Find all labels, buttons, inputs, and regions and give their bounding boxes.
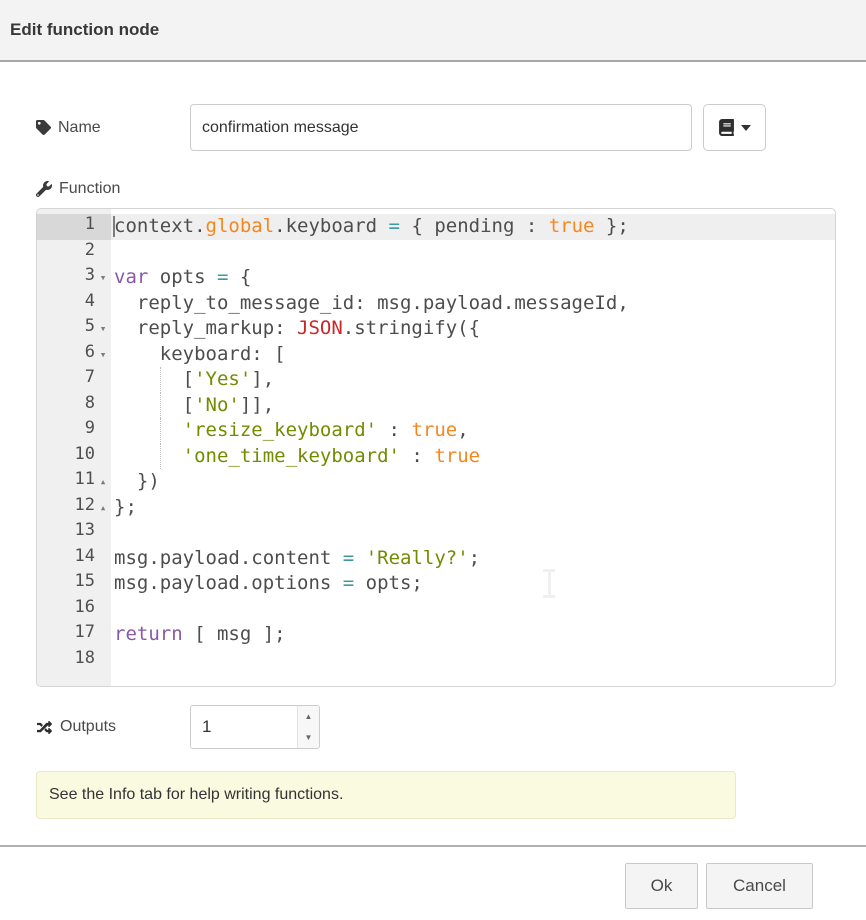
- gutter-line-5[interactable]: 5▾: [37, 316, 111, 342]
- outputs-label-text: Outputs: [60, 718, 116, 736]
- gutter-line-12[interactable]: 12▴: [37, 495, 111, 521]
- gutter-line-1[interactable]: 1: [37, 214, 111, 240]
- gutter-line-8[interactable]: 8: [37, 393, 111, 419]
- gutter-line-3[interactable]: 3▾: [37, 265, 111, 291]
- code-line-2[interactable]: [111, 240, 835, 266]
- function-label: Function: [36, 178, 836, 199]
- gutter-line-6[interactable]: 6▾: [37, 342, 111, 368]
- footer: Ok Cancel: [36, 847, 836, 909]
- code-line-14[interactable]: msg.payload.content = 'Really?';: [111, 546, 835, 572]
- code-line-3[interactable]: var opts = {: [111, 265, 835, 291]
- fold-spacer: [95, 418, 111, 444]
- dialog-header: Edit function node: [0, 0, 866, 62]
- code-line-12[interactable]: };: [111, 495, 835, 521]
- fold-close-icon[interactable]: ▴: [95, 495, 111, 521]
- fold-open-icon[interactable]: ▾: [95, 316, 111, 342]
- indent-guide: [160, 444, 161, 470]
- fold-close-icon[interactable]: ▴: [95, 469, 111, 495]
- code-editor[interactable]: 123▾45▾6▾7891011▴12▴131415161718 context…: [36, 208, 836, 687]
- spinner-buttons: ▲ ▼: [297, 706, 319, 748]
- gutter-line-4[interactable]: 4: [37, 291, 111, 317]
- fold-spacer: [95, 214, 111, 240]
- outputs-row: Outputs ▲ ▼: [36, 705, 836, 749]
- library-button[interactable]: [703, 104, 766, 151]
- name-row: Name: [36, 104, 836, 151]
- code-line-6[interactable]: keyboard: [: [111, 342, 835, 368]
- fold-spacer: [95, 240, 111, 266]
- fold-spacer: [95, 648, 111, 674]
- ok-button[interactable]: Ok: [625, 863, 698, 909]
- tag-icon: [36, 120, 51, 135]
- book-icon: [719, 119, 734, 136]
- editor-gutter: 123▾45▾6▾7891011▴12▴131415161718: [37, 209, 111, 686]
- code-line-1[interactable]: context.global.keyboard = { pending : tr…: [111, 214, 835, 240]
- fold-spacer: [95, 393, 111, 419]
- outputs-input[interactable]: [191, 706, 297, 748]
- gutter-line-18[interactable]: 18: [37, 648, 111, 674]
- info-tip-text: See the Info tab for help writing functi…: [49, 786, 343, 803]
- fold-open-icon[interactable]: ▾: [95, 342, 111, 368]
- info-tip: See the Info tab for help writing functi…: [36, 771, 736, 819]
- code-line-16[interactable]: [111, 597, 835, 623]
- code-line-7[interactable]: ['Yes'],: [111, 367, 835, 393]
- fold-spacer: [95, 571, 111, 597]
- code-line-9[interactable]: 'resize_keyboard' : true,: [111, 418, 835, 444]
- gutter-line-15[interactable]: 15: [37, 571, 111, 597]
- indent-guide: [160, 393, 161, 419]
- fold-spacer: [95, 291, 111, 317]
- dialog-body: Name Function 123▾45▾6▾7891011▴12▴131415…: [0, 104, 866, 909]
- fold-spacer: [95, 546, 111, 572]
- function-label-text: Function: [59, 180, 120, 198]
- fold-spacer: [95, 622, 111, 648]
- spinner-down-icon[interactable]: ▼: [298, 727, 319, 748]
- code-line-18[interactable]: [111, 648, 835, 674]
- gutter-line-16[interactable]: 16: [37, 597, 111, 623]
- code-line-13[interactable]: [111, 520, 835, 546]
- indent-guide: [160, 418, 161, 444]
- shuffle-icon: [36, 720, 53, 735]
- gutter-line-2[interactable]: 2: [37, 240, 111, 266]
- gutter-line-14[interactable]: 14: [37, 546, 111, 572]
- cancel-button[interactable]: Cancel: [706, 863, 813, 909]
- gutter-line-11[interactable]: 11▴: [37, 469, 111, 495]
- fold-spacer: [95, 444, 111, 470]
- outputs-label: Outputs: [36, 718, 190, 736]
- code-line-11[interactable]: }): [111, 469, 835, 495]
- name-label-text: Name: [58, 119, 101, 137]
- fold-spacer: [95, 597, 111, 623]
- code-line-15[interactable]: msg.payload.options = opts;: [111, 571, 835, 597]
- gutter-line-9[interactable]: 9: [37, 418, 111, 444]
- gutter-line-17[interactable]: 17: [37, 622, 111, 648]
- name-input[interactable]: [190, 104, 692, 151]
- chevron-down-icon: [741, 125, 751, 131]
- code-line-10[interactable]: 'one_time_keyboard' : true: [111, 444, 835, 470]
- outputs-spinner: ▲ ▼: [190, 705, 320, 749]
- gutter-line-10[interactable]: 10: [37, 444, 111, 470]
- gutter-line-7[interactable]: 7: [37, 367, 111, 393]
- code-line-17[interactable]: return [ msg ];: [111, 622, 835, 648]
- name-label: Name: [36, 119, 190, 137]
- code-line-5[interactable]: reply_markup: JSON.stringify({: [111, 316, 835, 342]
- fold-open-icon[interactable]: ▾: [95, 265, 111, 291]
- dialog-title: Edit function node: [10, 20, 159, 40]
- editor-code-area[interactable]: context.global.keyboard = { pending : tr…: [111, 209, 835, 686]
- fold-spacer: [95, 520, 111, 546]
- code-line-8[interactable]: ['No']],: [111, 393, 835, 419]
- spinner-up-icon[interactable]: ▲: [298, 706, 319, 727]
- wrench-icon: [36, 181, 52, 197]
- fold-spacer: [95, 367, 111, 393]
- gutter-line-13[interactable]: 13: [37, 520, 111, 546]
- text-cursor: [113, 216, 115, 237]
- indent-guide: [160, 367, 161, 393]
- code-line-4[interactable]: reply_to_message_id: msg.payload.message…: [111, 291, 835, 317]
